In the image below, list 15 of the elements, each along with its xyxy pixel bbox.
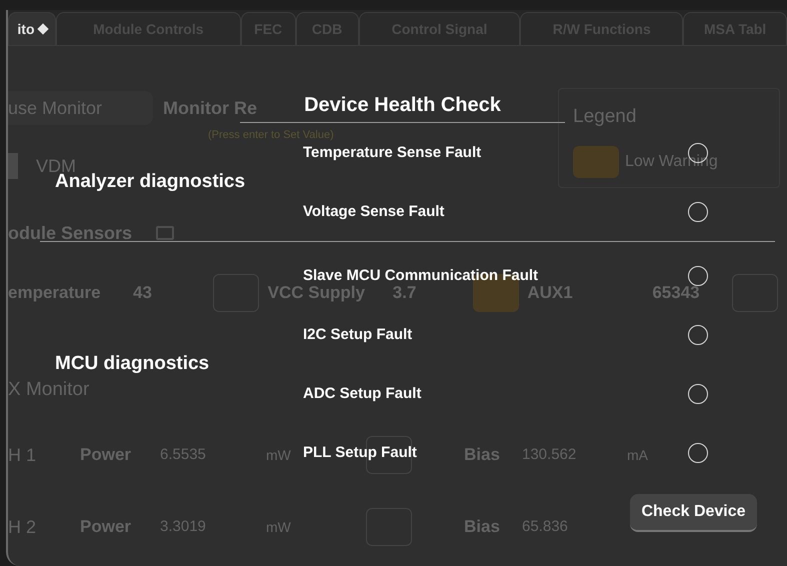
- fault-label: PLL Setup Fault: [303, 444, 417, 460]
- check-device-button[interactable]: Check Device: [630, 494, 757, 532]
- fault-label: Temperature Sense Fault: [303, 144, 482, 160]
- dialog-title: Device Health Check: [304, 93, 501, 118]
- group-label: Analyzer diagnostics: [54, 170, 246, 194]
- fault-label: Voltage Sense Fault: [303, 202, 444, 220]
- pin-icon: [36, 23, 48, 35]
- vdm-icon: [8, 153, 18, 179]
- monitor-icon: [156, 226, 174, 240]
- fault-label: Slave MCU Communication Fault: [303, 266, 538, 284]
- fault-label: I2C Setup Fault: [303, 326, 412, 342]
- tab[interactable]: ito: [8, 12, 56, 46]
- fault-label: ADC Setup Fault: [303, 384, 422, 402]
- group-label: MCU diagnostics: [54, 352, 210, 376]
- warning-swatch: [573, 146, 619, 178]
